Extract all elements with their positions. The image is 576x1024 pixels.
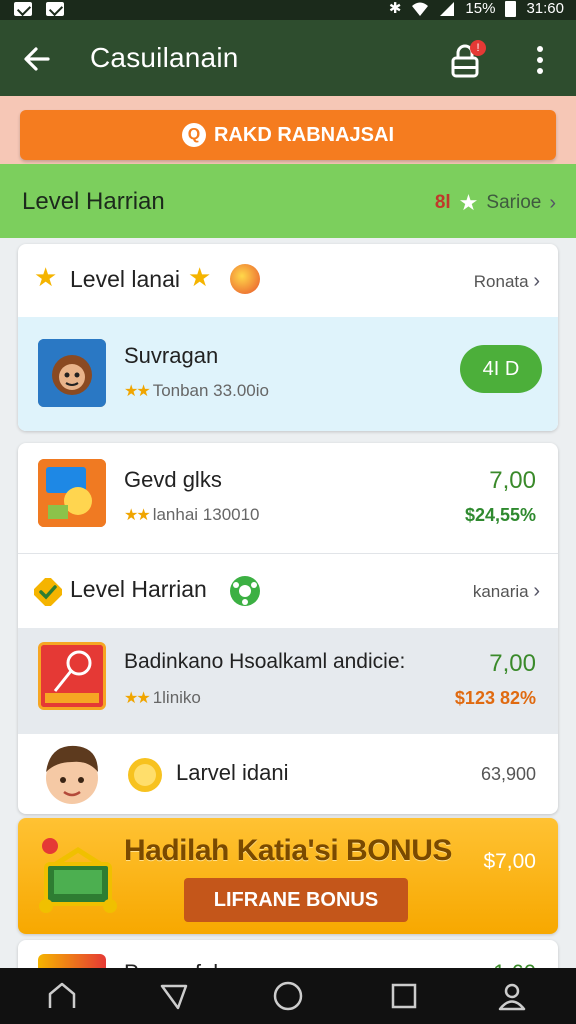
rating-stars-icon: ★★ xyxy=(124,507,151,524)
claim-bonus-button[interactable]: LIFRANE BONUS xyxy=(184,878,408,922)
list-item[interactable]: Larvel idani 63,900 xyxy=(18,734,558,814)
battery-icon xyxy=(505,1,517,17)
section-link[interactable]: kanaria › xyxy=(473,580,540,603)
game-name: Gevd glks xyxy=(124,467,222,492)
star-icon: ★ xyxy=(458,190,479,215)
level-card: ★ Level lanai ★ Ronata › Suvragan ★★ Ton… xyxy=(18,244,558,431)
game-percent: $123 82% xyxy=(454,688,536,708)
game-percent: $24,55% xyxy=(464,505,536,525)
back-nav-icon[interactable] xyxy=(158,980,190,1012)
promo-strip: Q RAKD RABNAJSAI xyxy=(0,96,576,164)
game-subtitle: lanhai 130010 xyxy=(152,505,260,524)
download-icon xyxy=(46,2,64,16)
game-subtitle-row: ★★ Tonban 33.00io xyxy=(124,381,269,401)
section-header: Level Harrian kanaria › xyxy=(18,554,558,628)
avatar xyxy=(46,745,98,804)
navigation-bar xyxy=(0,968,576,1024)
treasure-icon xyxy=(38,459,106,527)
bonus-title: Hadilah Katia'si BONUS xyxy=(124,834,452,867)
page-title: Casuilanain xyxy=(90,42,239,73)
chevron-right-icon: › xyxy=(533,270,540,292)
game-thumbnail xyxy=(38,642,106,710)
section-title: Level Harrian xyxy=(70,576,207,602)
level-header-link[interactable]: 8l ★ Sarioe › xyxy=(435,190,556,216)
emoji-icon xyxy=(230,264,260,294)
recents-icon[interactable] xyxy=(388,980,420,1012)
level-header: Level Harrian 8l ★ Sarioe › xyxy=(0,164,576,238)
circle-home-icon[interactable] xyxy=(272,980,304,1012)
more-vert-icon[interactable] xyxy=(530,44,550,76)
status-bar: ✱ 15% 31:60 xyxy=(0,0,576,20)
rating-stars-icon: ★★ xyxy=(124,690,151,707)
section-link-label: kanaria xyxy=(472,582,529,601)
promo-button[interactable]: Q RAKD RABNAJSAI xyxy=(20,110,556,160)
level-header-title: Level Harrian xyxy=(22,188,165,215)
level-count: 8l xyxy=(434,192,451,213)
coin-icon xyxy=(128,758,162,792)
chevron-right-icon: › xyxy=(533,580,540,602)
gift-box-icon xyxy=(39,838,117,913)
list-item[interactable]: Badinkano Hsoalkaml andicie: ★★ 1liniko … xyxy=(18,628,558,734)
game-subtitle-row: ★★ lanhai 130010 xyxy=(124,505,260,525)
game-subtitle: Tonban 33.00io xyxy=(152,381,269,400)
check-badge-icon xyxy=(34,578,62,606)
soccer-ball-icon xyxy=(230,576,260,606)
lollipop-icon xyxy=(41,645,103,707)
wifi-icon xyxy=(412,2,429,16)
bonus-amount: $7,00 xyxy=(483,850,536,873)
game-name: Suvragan xyxy=(124,343,219,368)
level-link-label: Sarioe xyxy=(486,192,542,213)
card-link-label: Ronata xyxy=(473,272,529,291)
promo-label: RAKD RABNAJSAI xyxy=(213,123,394,146)
bonus-card: Hadilah Katia'si BONUS $7,00 LIFRANE BON… xyxy=(18,818,558,934)
game-name: Larvel idani xyxy=(176,760,289,785)
app-screen: ✱ 15% 31:60 Casuilanain ! Q RAKD RABNAJS… xyxy=(0,0,576,1024)
home-icon[interactable] xyxy=(46,980,78,1012)
game-price: 7,00 xyxy=(489,650,536,677)
mail-icon xyxy=(14,2,32,16)
status-indicators: ✱ 15% 31:60 xyxy=(389,0,564,18)
bluetooth-icon: ✱ xyxy=(388,0,402,17)
notification-badge: ! xyxy=(470,40,486,56)
game-value: 63,900 xyxy=(480,764,536,784)
games-card: Gevd glks ★★ lanhai 130010 7,00 $24,55% … xyxy=(18,443,558,814)
game-thumbnail xyxy=(38,339,106,407)
card-title: Level lanai xyxy=(70,266,180,292)
game-subtitle-row: ★★ 1liniko xyxy=(124,688,201,708)
list-item[interactable]: Gevd glks ★★ lanhai 130010 7,00 $24,55% xyxy=(18,443,558,553)
rating-stars-icon: ★★ xyxy=(124,383,151,400)
clock: 31:60 xyxy=(526,0,564,17)
status-notifications xyxy=(14,2,64,16)
game-thumbnail xyxy=(38,459,106,527)
play-button[interactable]: 4I D xyxy=(460,345,542,393)
battery-percent: 15% xyxy=(465,0,496,17)
star-icon: ★ xyxy=(34,262,58,292)
game-name: Badinkano Hsoalkaml andicie: xyxy=(124,650,406,673)
app-bar: Casuilanain ! xyxy=(0,20,576,96)
game-price: 7,00 xyxy=(489,467,536,494)
game-subtitle: 1liniko xyxy=(152,688,201,707)
promo-icon: Q xyxy=(181,123,206,147)
profile-icon[interactable] xyxy=(496,980,528,1012)
chevron-right-icon: › xyxy=(549,191,556,214)
back-arrow-icon[interactable] xyxy=(20,42,54,76)
list-item[interactable]: Suvragan ★★ Tonban 33.00io 4I D xyxy=(18,317,558,431)
card-header: ★ Level lanai ★ Ronata › xyxy=(18,244,558,316)
star-icon: ★ xyxy=(188,262,212,292)
signal-icon xyxy=(440,2,455,16)
card-link[interactable]: Ronata › xyxy=(474,270,540,293)
game-character-icon xyxy=(38,339,106,407)
